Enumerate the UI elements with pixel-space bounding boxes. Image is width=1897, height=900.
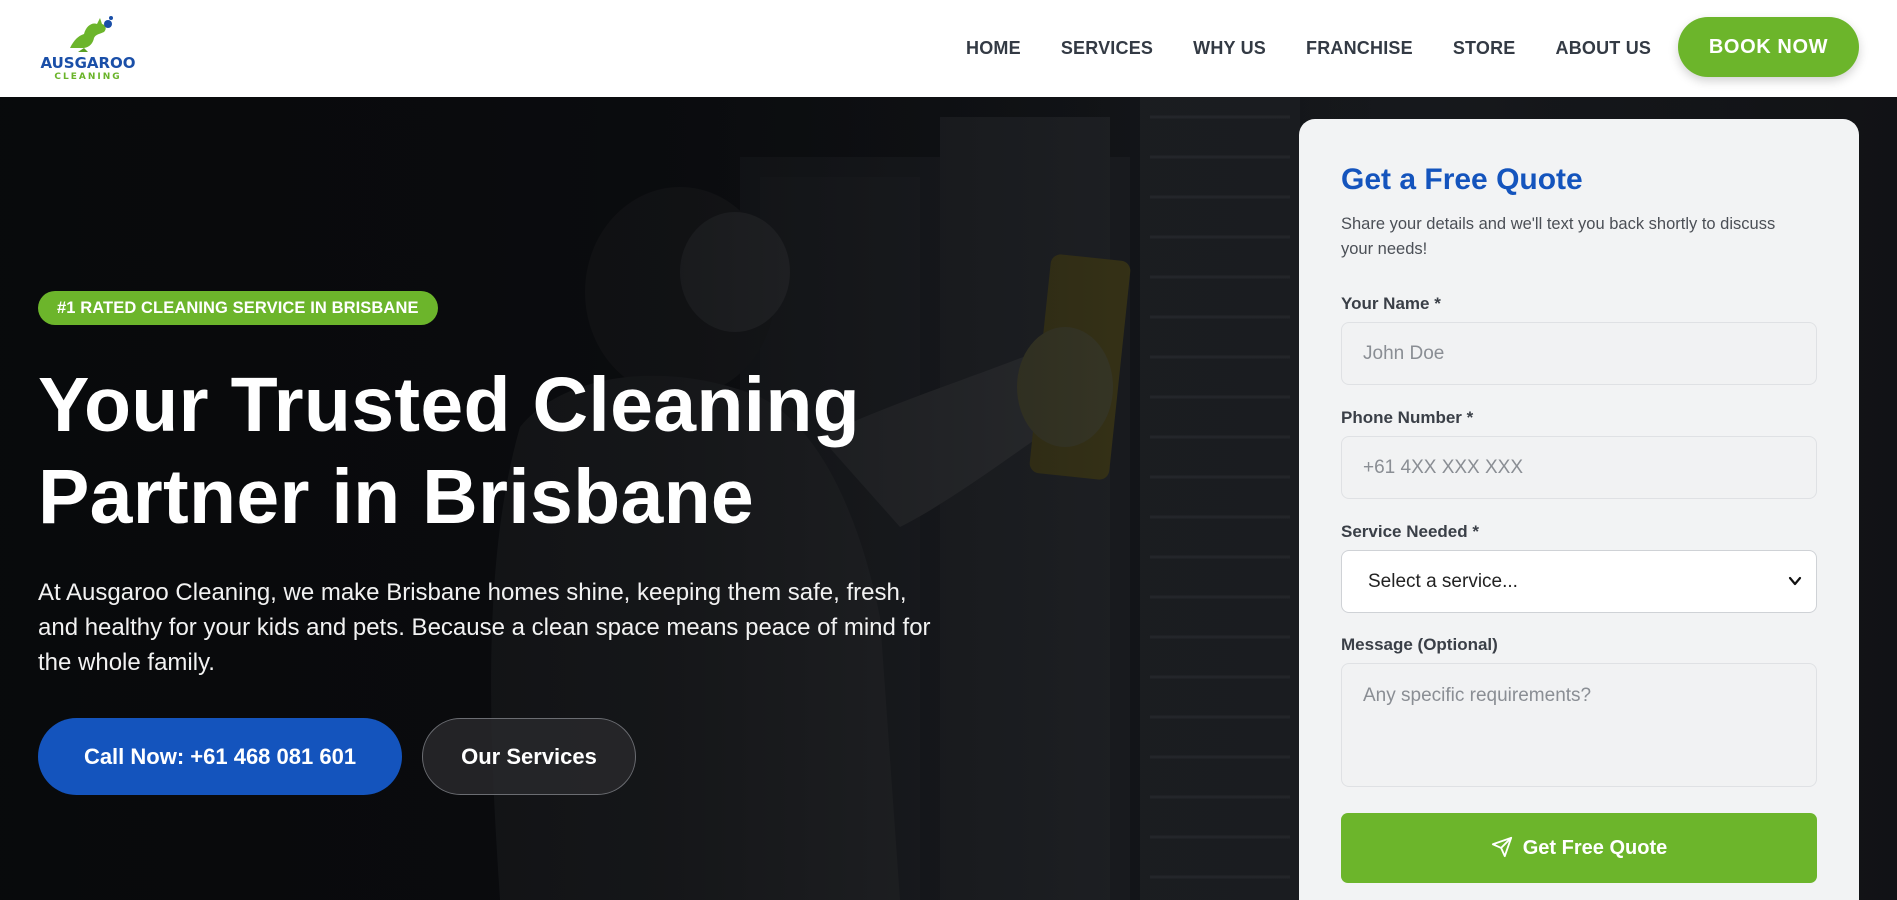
nav-store[interactable]: STORE <box>1453 36 1516 60</box>
site-header: AUSGAROO CLEANING HOME SERVICES WHY US F… <box>0 0 1897 97</box>
name-input[interactable] <box>1341 322 1817 385</box>
service-select-value: Select a service... <box>1368 571 1518 592</box>
message-textarea[interactable] <box>1341 663 1817 787</box>
message-label: Message (Optional) <box>1341 635 1498 654</box>
rating-badge: #1 RATED CLEANING SERVICE IN BRISBANE <box>38 291 438 325</box>
nav-services[interactable]: SERVICES <box>1061 36 1153 60</box>
phone-label: Phone Number * <box>1341 408 1474 427</box>
nav-home[interactable]: HOME <box>966 36 1021 60</box>
name-label: Your Name * <box>1341 294 1441 313</box>
send-icon <box>1491 836 1512 857</box>
hero-description: At Ausgaroo Cleaning, we make Brisbane h… <box>38 579 931 676</box>
quote-form-card: Get a Free Quote Share your details and … <box>1299 119 1859 900</box>
call-now-button[interactable]: Call Now: +61 468 081 601 <box>38 718 402 795</box>
service-label: Service Needed * <box>1341 522 1479 541</box>
our-services-button[interactable]: Our Services <box>422 718 636 795</box>
main-nav: HOME SERVICES WHY US FRANCHISE STORE ABO… <box>966 36 1651 60</box>
book-now-button[interactable]: BOOK NOW <box>1678 17 1859 77</box>
hero-title-line-1: Your Trusted Cleaning <box>38 362 861 448</box>
phone-input[interactable] <box>1341 436 1817 499</box>
hero-title: Your Trusted Cleaning Partner in Brisban… <box>38 359 898 543</box>
service-select[interactable]: Select a service... <box>1341 550 1817 613</box>
get-free-quote-button[interactable]: Get Free Quote <box>1341 813 1817 883</box>
logo-tagline: CLEANING <box>54 72 122 82</box>
nav-why-us[interactable]: WHY US <box>1193 36 1266 60</box>
nav-about-us[interactable]: ABOUT US <box>1556 36 1652 60</box>
nav-franchise[interactable]: FRANCHISE <box>1306 36 1413 60</box>
chevron-down-icon <box>1788 576 1802 586</box>
logo-wordmark: AUSGAROO <box>40 54 136 72</box>
kangaroo-logo-icon <box>70 16 113 52</box>
quote-form-subtitle: Share your details and we'll text you ba… <box>1341 215 1776 258</box>
submit-label: Get Free Quote <box>1522 837 1668 859</box>
site-logo[interactable]: AUSGAROO CLEANING <box>36 12 140 86</box>
quote-form-title: Get a Free Quote <box>1341 163 1583 196</box>
hero-title-line-2: Partner in Brisbane <box>38 454 755 540</box>
